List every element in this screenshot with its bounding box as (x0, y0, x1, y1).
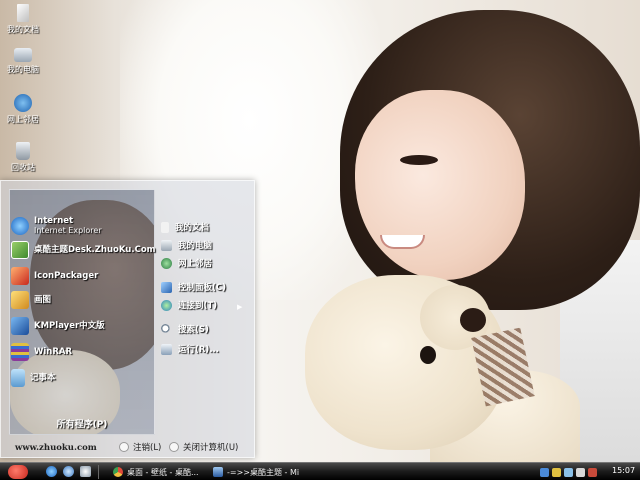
tray-shield-icon[interactable] (552, 467, 561, 477)
start-right-search[interactable]: 搜索(S) (161, 321, 209, 337)
taskbar-clock[interactable]: 15:07 (612, 466, 635, 475)
start-right-my-documents[interactable]: 我的文档 (161, 219, 209, 235)
tray-app-icon[interactable] (588, 467, 597, 477)
wallpaper-bear-nose (460, 308, 486, 332)
desktop-icon-my-computer[interactable]: 我的电脑 (2, 48, 44, 75)
system-tray (540, 464, 600, 480)
right-item-label: 控制面板(C) (178, 283, 227, 293)
program-label: WinRAR (34, 347, 73, 357)
computer-icon (161, 239, 172, 251)
right-item-label: 网上邻居 (178, 259, 213, 269)
start-right-connect-to[interactable]: 连接到(T) (161, 297, 217, 313)
shutdown-button[interactable]: 关闭计算机(U) (169, 441, 238, 453)
wallpaper-bear-eye (420, 346, 436, 364)
task-button-zhuoku-wallpaper[interactable]: 桌面 - 壁纸 - 桌酷... (110, 464, 206, 480)
run-icon (161, 343, 172, 355)
start-button[interactable] (8, 465, 28, 479)
taskbar: 桌面 - 壁纸 - 桌酷... -=>>桌酷主题 - Mi... 15:07 (0, 462, 640, 480)
paint-icon (11, 291, 29, 309)
start-program-kmplayer[interactable]: KMPlayer中文版 (11, 315, 105, 337)
start-menu: Internet Internet Explorer 桌酷主题Desk.Zhuo… (0, 180, 255, 458)
task-button-zhuoku-theme[interactable]: -=>>桌酷主题 - Mi... (210, 464, 300, 480)
task-label: 桌面 - 壁纸 - 桌酷... (127, 467, 199, 477)
desktop-icon-label: 回收站 (11, 163, 35, 172)
start-program-winrar[interactable]: WinRAR (11, 341, 72, 363)
right-item-label: 我的文档 (175, 223, 210, 233)
start-pinned-internet[interactable]: Internet Internet Explorer (11, 215, 102, 237)
internet-explorer-icon (11, 217, 29, 235)
network-places-icon (14, 94, 32, 112)
task-label: -=>>桌酷主题 - Mi... (227, 467, 300, 477)
desktop-icon-label: 我的电脑 (7, 65, 39, 74)
start-pinned-zhuoku[interactable]: 桌酷主题Desk.ZhuoKu.Com (11, 239, 156, 261)
right-item-label: 连接到(T) (178, 301, 218, 311)
winrar-icon (11, 343, 29, 361)
start-right-network[interactable]: 网上邻居 (161, 255, 212, 271)
shutdown-label: 关闭计算机(U) (183, 443, 239, 453)
wallpaper-eye (400, 155, 438, 165)
quicklaunch-desktop-icon[interactable] (80, 466, 91, 477)
right-item-label: 我的电脑 (178, 241, 213, 251)
taskbar-separator (98, 465, 99, 479)
right-item-label: 搜索(S) (178, 325, 209, 335)
logoff-label: 注销(L) (133, 443, 162, 453)
documents-icon (161, 221, 169, 233)
tray-volume-icon[interactable] (576, 467, 585, 477)
program-label: KMPlayer中文版 (34, 321, 105, 331)
start-right-run[interactable]: 运行(R)... (161, 341, 219, 357)
wallpaper-smile (380, 235, 425, 249)
pinned-title: Internet (34, 216, 74, 226)
desktop-icon-label: 我的文档 (7, 25, 39, 34)
program-label: IconPackager (34, 271, 99, 281)
start-program-iconpackager[interactable]: IconPackager (11, 265, 98, 287)
logoff-icon (119, 442, 129, 452)
desktop-icon-recycle-bin[interactable]: 回收站 (2, 142, 44, 173)
submenu-arrow-icon: ▶ (237, 303, 243, 311)
desktop-icon-my-documents[interactable]: 我的文档 (2, 4, 44, 35)
control-panel-icon (161, 281, 172, 293)
start-program-notepad[interactable]: 记事本 (11, 367, 56, 389)
tray-network-icon[interactable] (540, 467, 549, 477)
pinned-title: 桌酷主题Desk.ZhuoKu.Com (34, 245, 156, 255)
iconpackager-icon (11, 267, 29, 285)
shutdown-icon (169, 442, 179, 452)
window-icon (213, 467, 223, 477)
kmplayer-icon (11, 317, 29, 335)
start-program-paint[interactable]: 画图 (11, 289, 51, 311)
program-label: 记事本 (30, 373, 56, 383)
search-icon (161, 323, 172, 335)
logoff-button[interactable]: 注销(L) (119, 441, 161, 453)
quicklaunch-ie-icon[interactable] (46, 466, 57, 477)
desktop-icon-network-places[interactable]: 网上邻居 (2, 94, 44, 125)
my-computer-icon (14, 48, 32, 62)
tray-display-icon[interactable] (564, 467, 573, 477)
start-right-control-panel[interactable]: 控制面板(C) (161, 279, 226, 295)
notepad-icon (11, 369, 25, 387)
pinned-subtitle: Internet Explorer (34, 226, 102, 235)
connect-to-icon (161, 299, 172, 311)
my-documents-icon (17, 4, 29, 22)
start-right-my-computer[interactable]: 我的电脑 (161, 237, 212, 253)
desktop-icon-label: 网上邻居 (7, 115, 39, 124)
right-item-label: 运行(R)... (178, 345, 220, 355)
program-label: 画图 (34, 295, 52, 305)
recycle-bin-icon (16, 142, 30, 160)
start-menu-footer-url: www.zhuoku.com (15, 443, 97, 453)
chrome-icon (113, 467, 123, 477)
zhuoku-theme-icon (11, 241, 29, 259)
network-icon (161, 257, 172, 269)
quicklaunch-browser-icon[interactable] (63, 466, 74, 477)
all-programs-button[interactable]: 所有程序(P) (9, 417, 155, 430)
